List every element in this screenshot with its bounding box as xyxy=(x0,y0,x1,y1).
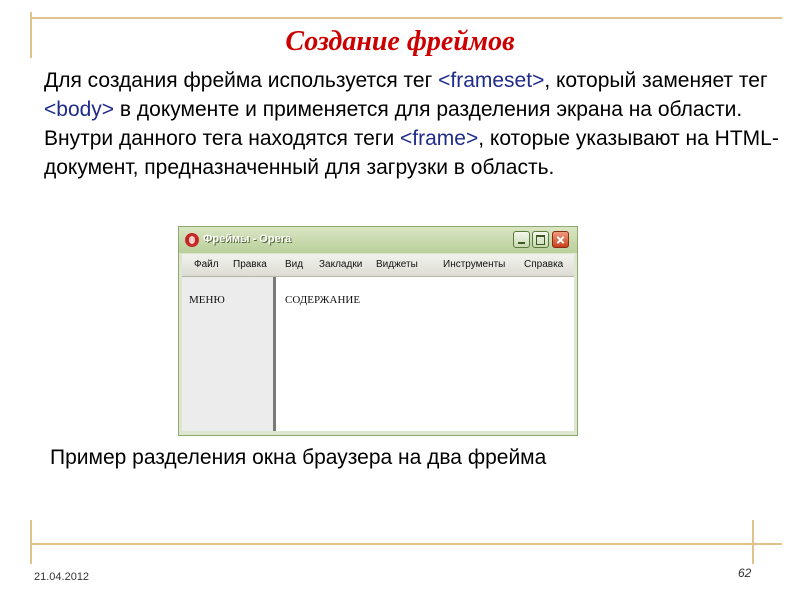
minimize-icon[interactable] xyxy=(513,231,530,248)
maximize-icon[interactable] xyxy=(532,231,549,248)
close-icon[interactable] xyxy=(552,231,569,248)
menu-bar: Файл Правка Вид Закладки Виджеты Инструм… xyxy=(182,254,574,277)
window-title: Фреймы - Opera xyxy=(203,233,292,245)
slide-date: 21.04.2012 xyxy=(34,571,90,583)
menu-frame: МЕНЮ xyxy=(182,277,276,431)
content-frame-label: СОДЕРЖАНИЕ xyxy=(285,294,361,306)
window-titlebar[interactable]: Фреймы - Opera xyxy=(179,227,577,253)
html-tag-text: <body> xyxy=(44,98,115,121)
slide-number: 62 xyxy=(738,566,752,580)
menu-item-view[interactable]: Вид xyxy=(285,259,303,270)
content-frame: СОДЕРЖАНИЕ xyxy=(276,277,574,431)
menu-item-bookmarks[interactable]: Закладки xyxy=(319,259,362,270)
html-tag-text: <frame> xyxy=(400,127,479,150)
bottom-rule xyxy=(30,543,782,545)
menu-item-tools[interactable]: Инструменты xyxy=(443,259,505,270)
slide-title: Создание фреймов xyxy=(285,26,515,57)
menu-item-edit[interactable]: Правка xyxy=(233,259,267,270)
paragraph-text: Для создания фрейма используется тег xyxy=(44,69,439,92)
frames-area: МЕНЮ СОДЕРЖАНИЕ xyxy=(182,277,574,431)
menu-frame-label: МЕНЮ xyxy=(189,294,225,306)
menu-item-file[interactable]: Файл xyxy=(194,259,219,270)
right-rule-bottom xyxy=(752,520,754,564)
paragraph-text: , который заменяет тег xyxy=(544,69,768,92)
body-paragraph: Для создания фрейма используется тег <fr… xyxy=(44,66,794,182)
left-rule-bottom xyxy=(30,520,32,564)
top-rule xyxy=(30,17,782,19)
menu-item-widgets[interactable]: Виджеты xyxy=(376,259,418,270)
browser-window: Фреймы - Opera Файл Правка Вид Закладки … xyxy=(178,226,578,436)
html-tag-text: <frameset> xyxy=(438,69,545,92)
figure-caption: Пример разделения окна браузера на два ф… xyxy=(50,446,547,469)
opera-icon xyxy=(185,233,199,247)
menu-item-help[interactable]: Справка xyxy=(524,259,563,270)
